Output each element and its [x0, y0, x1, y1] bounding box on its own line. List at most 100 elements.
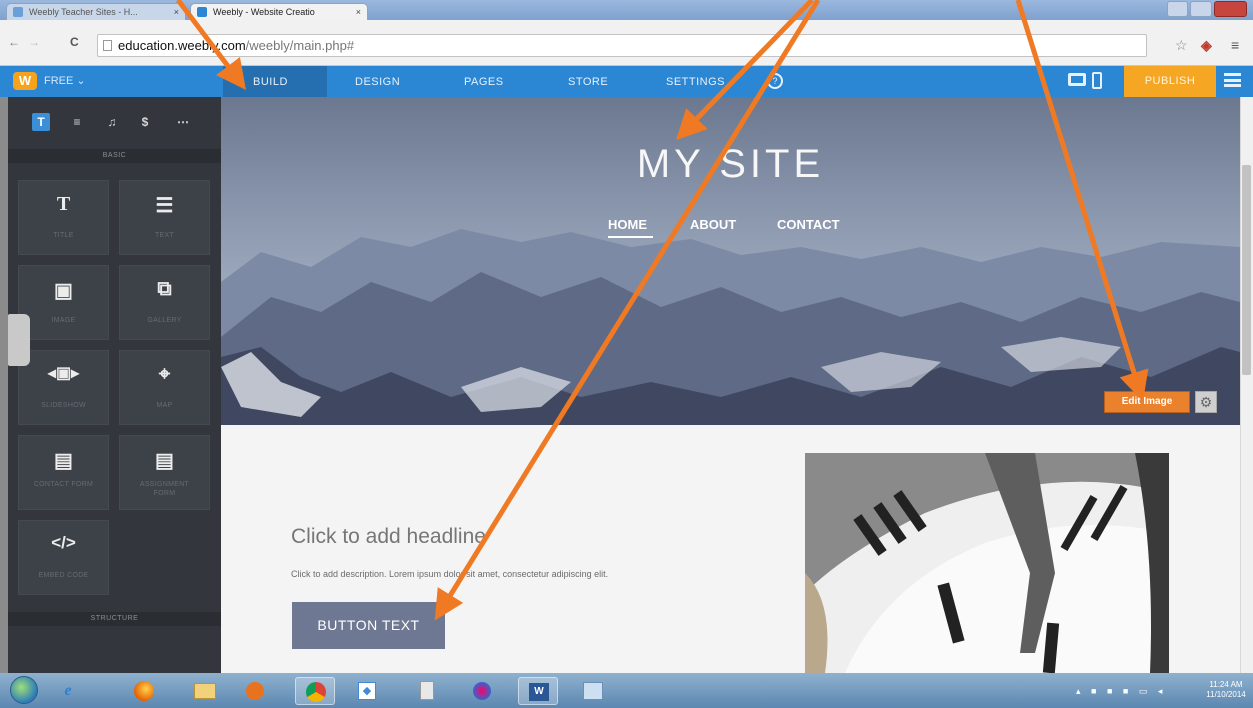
tab-pages[interactable]: PAGES: [464, 76, 504, 88]
form-icon: ▤: [54, 450, 73, 472]
site-nav-home[interactable]: HOME: [608, 217, 647, 232]
tab-build[interactable]: BUILD: [253, 76, 288, 88]
gallery-icon: ⧉: [157, 278, 172, 300]
desktop-view-icon[interactable]: [1068, 73, 1086, 86]
start-button[interactable]: [10, 676, 38, 704]
plan-dropdown[interactable]: FREE ⌄: [44, 74, 86, 87]
taskbar-ie[interactable]: e: [48, 677, 88, 705]
category-commerce-icon[interactable]: $: [136, 113, 154, 131]
page-icon: [103, 40, 112, 51]
element-label: TEXT: [154, 232, 175, 239]
element-label: SLIDESHOW: [41, 402, 86, 409]
taskbar-dropbox[interactable]: ◆: [348, 677, 388, 705]
chrome-menu-icon[interactable]: ≡: [1231, 37, 1239, 53]
browser-tab-weebly-teacher-sites[interactable]: Weebly Teacher Sites - H... ×: [6, 3, 186, 20]
category-layout-icon[interactable]: ≡: [68, 113, 86, 131]
window-icon: [583, 682, 603, 700]
text-icon: ☰: [155, 195, 174, 217]
screen: Weebly Teacher Sites - H... × Weebly - W…: [0, 0, 1253, 708]
publish-button[interactable]: PUBLISH: [1124, 66, 1216, 97]
taskbar-window[interactable]: [573, 677, 613, 705]
element-slideshow[interactable]: ◂▣▸ SLIDESHOW: [18, 350, 109, 425]
close-tab-icon[interactable]: ×: [174, 4, 179, 20]
element-title[interactable]: T TITLE: [18, 180, 109, 255]
element-text[interactable]: ☰ TEXT: [119, 180, 210, 255]
edit-image-button[interactable]: Edit Image: [1104, 391, 1190, 413]
category-more-icon[interactable]: ⋯: [174, 113, 192, 131]
internet-explorer-icon: e: [64, 682, 72, 699]
help-icon[interactable]: ?: [767, 73, 783, 89]
site-nav-contact[interactable]: CONTACT: [777, 217, 840, 232]
close-window-button[interactable]: [1213, 1, 1247, 17]
section-label-structure: STRUCTURE: [8, 612, 221, 626]
browser-tab-weebly-website-creation[interactable]: Weebly - Website Creatio ×: [190, 3, 368, 20]
element-image[interactable]: ▣ IMAGE: [18, 265, 109, 340]
sidebar-gutter: [0, 97, 8, 673]
mobile-view-icon[interactable]: [1092, 72, 1102, 89]
tab-settings[interactable]: SETTINGS: [666, 76, 725, 88]
element-label: ASSIGNMENT FORM: [139, 481, 190, 497]
site-nav-about[interactable]: ABOUT: [690, 217, 736, 232]
hamburger-menu-icon[interactable]: [1224, 73, 1241, 87]
clock-image[interactable]: [805, 453, 1169, 673]
clock-date: 11/10/2014: [1206, 690, 1246, 699]
element-label: MAP: [156, 402, 173, 409]
minimize-button[interactable]: [1167, 1, 1189, 17]
tab-favicon-icon: [197, 7, 207, 17]
scrollbar-thumb[interactable]: [1242, 165, 1251, 375]
element-assignment-form[interactable]: ▤ ASSIGNMENT FORM: [119, 435, 210, 510]
back-arrow-icon[interactable]: ←: [8, 35, 20, 49]
window-controls: [1165, 1, 1247, 17]
headline-placeholder[interactable]: Click to add headline: [291, 525, 486, 549]
element-label: CONTACT FORM: [33, 481, 94, 488]
taskbar-chrome[interactable]: [295, 677, 335, 705]
maximize-button[interactable]: [1190, 1, 1212, 17]
weebly-top-bar: [0, 66, 1253, 97]
element-label: EMBED CODE: [38, 572, 89, 579]
close-tab-icon[interactable]: ×: [356, 4, 361, 20]
taskbar-paint[interactable]: [463, 677, 503, 705]
taskbar-clock[interactable]: 11:24 AM 11/10/2014: [1205, 680, 1247, 700]
code-icon: </>: [51, 533, 76, 552]
element-gallery[interactable]: ⧉ GALLERY: [119, 265, 210, 340]
reload-icon[interactable]: C: [70, 35, 79, 49]
bookmark-star-icon[interactable]: ☆: [1175, 37, 1188, 54]
element-contact-form[interactable]: ▤ CONTACT FORM: [18, 435, 109, 510]
image-icon: ▣: [54, 280, 73, 302]
browser-titlebar: [0, 0, 1253, 20]
taskbar-document[interactable]: [408, 677, 448, 705]
taskbar-firefox[interactable]: [124, 677, 164, 705]
word-icon: W: [529, 683, 549, 701]
url-host: education.weebly.com: [118, 38, 246, 53]
form-icon: ▤: [155, 450, 174, 472]
weebly-logo-icon[interactable]: W: [13, 72, 37, 90]
gear-icon[interactable]: ⚙: [1195, 391, 1217, 413]
element-map[interactable]: ⌖ MAP: [119, 350, 210, 425]
header-image[interactable]: MY SITE HOME ABOUT CONTACT Edit Image ⚙: [221, 97, 1240, 425]
taskbar-word[interactable]: W: [518, 677, 558, 705]
element-embed-code[interactable]: </> EMBED CODE: [18, 520, 109, 595]
element-label: IMAGE: [51, 317, 76, 324]
system-tray-icons[interactable]: ▴ ■ ■ ■ ▭ ◂: [1076, 686, 1166, 697]
description-placeholder[interactable]: Click to add description. Lorem ipsum do…: [291, 569, 608, 579]
site-title[interactable]: MY SITE: [221, 142, 1240, 187]
element-label: GALLERY: [147, 317, 182, 324]
taskbar-explorer[interactable]: [184, 677, 224, 705]
taskbar-media[interactable]: [236, 677, 276, 705]
url-path: /weebly/main.php#: [245, 38, 355, 53]
clock-time: 11:24 AM: [1209, 680, 1243, 689]
extension-icon[interactable]: ◈: [1201, 37, 1212, 54]
category-media-icon[interactable]: ♫: [103, 113, 121, 131]
address-bar[interactable]: education.weebly.com/weebly/main.php#: [97, 34, 1147, 57]
forward-arrow-icon[interactable]: →: [28, 35, 40, 49]
paint-icon: [473, 682, 491, 700]
site-cta-button[interactable]: BUTTON TEXT: [292, 602, 445, 649]
map-pin-icon: ⌖: [158, 363, 171, 385]
tab-store[interactable]: STORE: [568, 76, 608, 88]
category-text-icon[interactable]: T: [32, 113, 50, 131]
tab-design[interactable]: DESIGN: [355, 76, 400, 88]
tab-label: Weebly - Website Creatio: [213, 7, 315, 17]
active-nav-underline: [608, 236, 653, 238]
document-icon: [420, 681, 434, 700]
sidebar-drawer-handle[interactable]: [8, 314, 30, 366]
